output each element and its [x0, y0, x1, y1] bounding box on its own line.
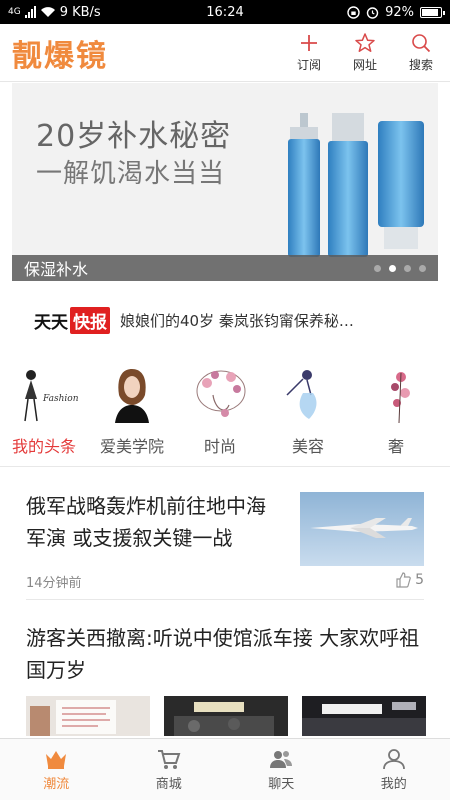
nav-label: 我的 [380, 776, 407, 792]
ticker-headline[interactable]: 娘娘们的40岁 秦岚张钧甯保养秘… [120, 310, 354, 331]
category-label: 时尚 [203, 437, 236, 456]
category-my-headlines[interactable]: Fashion 我的头条 [0, 365, 88, 467]
carousel-dot [374, 265, 381, 272]
category-fashion[interactable]: 时尚 [176, 365, 264, 467]
bookmarks-label: 网址 [352, 58, 377, 72]
app-header: 靓爆镜 订阅 网址 搜索 [0, 24, 450, 82]
ticker-logo-part2: 快报 [70, 306, 110, 334]
nav-label: 潮流 [43, 776, 70, 792]
ticker-logo: 天天 快报 [34, 306, 110, 334]
banner-subtitle: 一解饥渴水当当 [36, 159, 226, 189]
divider [0, 466, 450, 467]
cart-icon [157, 749, 181, 769]
user-icon [382, 748, 405, 769]
article-thumbnails [26, 696, 426, 736]
bottom-navigation: 潮流 商城 聊天 我的 [0, 738, 450, 800]
mcdonalds-photo[interactable] [164, 696, 288, 736]
like-button[interactable]: 5 [395, 572, 424, 588]
carousel-dot [419, 265, 426, 272]
thumbs-up-icon [396, 572, 411, 588]
divider [26, 599, 424, 600]
woman-portrait-icon [115, 369, 149, 423]
article-title[interactable]: 俄军战略轰炸机前往地中海军演 或支援叙关键一战 [26, 490, 284, 554]
category-label: 美容 [291, 437, 324, 456]
bookmarks-button[interactable]: 网址 [348, 32, 382, 73]
app-logo: 靓爆镜 [12, 38, 108, 74]
category-beauty-academy[interactable]: 爱美学院 [88, 365, 176, 467]
ticker-logo-part1: 天天 [34, 312, 68, 333]
banner-caption: 保湿补水 [24, 260, 89, 279]
chat-people-icon [270, 750, 293, 768]
wifi-icon [40, 7, 55, 17]
plus-icon [301, 35, 317, 51]
carousel-dot [404, 265, 411, 272]
network-type: 4G [8, 7, 21, 17]
subscribe-button[interactable]: 订阅 [292, 32, 326, 73]
like-count: 5 [415, 572, 424, 588]
battery-icon [420, 6, 445, 18]
carousel-dot-active [389, 265, 396, 272]
subscribe-label: 订阅 [296, 58, 321, 72]
product-bottles-image [288, 113, 424, 257]
flower-icon [391, 372, 410, 424]
article-thumbnail[interactable] [300, 492, 424, 566]
jet-image [310, 518, 418, 538]
airport-photo[interactable] [302, 696, 426, 736]
article-card[interactable]: 俄军战略轰炸机前往地中海军演 或支援叙关键一战 14分钟前 5 [26, 488, 426, 598]
banner-title: 20岁补水秘密 [36, 119, 232, 154]
search-icon [412, 34, 431, 53]
search-label: 搜索 [408, 58, 433, 72]
dancer-icon [286, 370, 317, 419]
battery-percent: 92% [385, 4, 414, 20]
fashion-figure-icon: Fashion [24, 370, 79, 422]
alarm-icon [366, 6, 379, 19]
banner-carousel[interactable]: 20岁补水秘密 一解饥渴水当当 保湿补水 [12, 83, 438, 281]
article-card[interactable]: 游客关西撤离:听说中使馆派车接 大家欢呼祖国万岁 [26, 622, 426, 736]
category-row: Fashion 我的头条 爱美学院 时尚 美容 奢 [0, 365, 450, 467]
star-icon [355, 33, 375, 52]
nav-profile[interactable]: 我的 [338, 739, 450, 800]
lock-rotation-icon [347, 5, 360, 19]
news-ticker[interactable]: 天天 快报 娘娘们的40岁 秦岚张钧甯保养秘… [0, 294, 450, 346]
category-label: 奢 [387, 437, 404, 456]
category-label: 爱美学院 [99, 437, 164, 456]
crown-icon [46, 750, 67, 769]
header-actions: 订阅 网址 搜索 [292, 32, 438, 73]
category-beauty[interactable]: 美容 [264, 365, 352, 467]
status-bar: 4G 9 KB/s 16:24 92% [0, 0, 450, 24]
floral-hair-icon [196, 370, 246, 417]
nav-label: 聊天 [268, 776, 295, 792]
nav-shop[interactable]: 商城 [113, 739, 226, 800]
network-speed: 9 KB/s [59, 4, 101, 20]
article-timestamp: 14分钟前 [26, 576, 82, 591]
article-title[interactable]: 游客关西撤离:听说中使馆派车接 大家欢呼祖国万岁 [26, 622, 426, 686]
svg-text:Fashion: Fashion [42, 394, 79, 404]
signal-icon [24, 6, 36, 18]
nav-chat[interactable]: 聊天 [225, 739, 338, 800]
nav-label: 商城 [155, 776, 182, 792]
category-label: 我的头条 [11, 437, 76, 456]
nav-trends[interactable]: 潮流 [0, 739, 113, 800]
category-luxury[interactable]: 奢 [352, 365, 440, 467]
document-photo[interactable] [26, 696, 150, 736]
clock: 16:24 [206, 4, 244, 20]
carousel-indicator [374, 265, 426, 272]
search-button[interactable]: 搜索 [404, 32, 438, 73]
